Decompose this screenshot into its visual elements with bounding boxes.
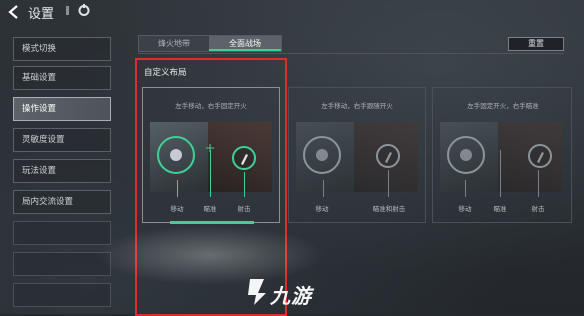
layout-preview (296, 122, 418, 192)
bullet-icon (385, 152, 392, 163)
sidebar-item-label: 模式切换 (22, 44, 57, 54)
fire-button-icon (528, 144, 552, 168)
label-aim: 瞄准 (493, 205, 507, 213)
label-aim-and-fire: 瞄准和射击 (372, 205, 406, 213)
divider-slash-icon (66, 6, 69, 15)
sidebar-item-basic-settings[interactable]: 基础设置 (13, 66, 111, 90)
callout-line (323, 180, 324, 197)
callout-line (538, 170, 539, 197)
joystick-knob (460, 149, 472, 161)
bullet-icon (537, 152, 544, 163)
sidebar-item-label: 操作设置 (22, 104, 57, 114)
layout-preview (440, 122, 562, 192)
reset-button[interactable]: 重置 (508, 37, 564, 51)
sidebar-item-label: 基础设置 (22, 73, 57, 83)
fire-button-icon (376, 144, 400, 168)
callout-line (500, 150, 501, 197)
sidebar-item-label: 灵敏度设置 (22, 135, 65, 145)
back-arrow-icon[interactable] (7, 5, 21, 19)
layout-card-caption: 左手移动，右手跟随开火 (321, 102, 393, 110)
top-bar: 设置 (0, 0, 584, 24)
tab-total-battlefield[interactable]: 全面战场 (209, 36, 281, 51)
settings-ring-icon[interactable] (78, 4, 90, 17)
tab-hazard-zone[interactable]: 烽火地带 (139, 36, 209, 51)
sidebar-item-gameplay-settings[interactable]: 玩法设置 (13, 159, 111, 183)
sidebar-item-label: 局内交流设置 (22, 197, 74, 207)
page-title: 设置 (28, 7, 55, 22)
sidebar-item-label: 玩法设置 (22, 166, 57, 176)
callout-line (465, 180, 466, 197)
sidebar-item-in-match-chat-settings[interactable]: 局内交流设置 (13, 190, 111, 214)
watermark-text: 九游 (270, 284, 312, 308)
sidebar-item-control-settings[interactable]: 操作设置 (13, 97, 111, 121)
move-joystick-icon (447, 136, 485, 174)
label-fire: 射击 (531, 205, 545, 213)
sidebar-item-sensitivity-settings[interactable]: 灵敏度设置 (13, 128, 111, 152)
label-move: 移动 (458, 205, 472, 213)
divider (138, 53, 564, 54)
layout-card-caption: 左手固定开火，右手瞄准 (467, 102, 539, 110)
sidebar-item-mode-switch[interactable]: 模式切换 (13, 37, 111, 61)
mode-tab-bar: 烽火地带 全面战场 (138, 35, 282, 52)
label-move: 移动 (315, 205, 329, 213)
move-joystick-icon (303, 136, 341, 174)
sidebar-item-hidden[interactable] (13, 283, 111, 307)
joystick-knob (316, 149, 328, 161)
callout-line (388, 170, 389, 197)
